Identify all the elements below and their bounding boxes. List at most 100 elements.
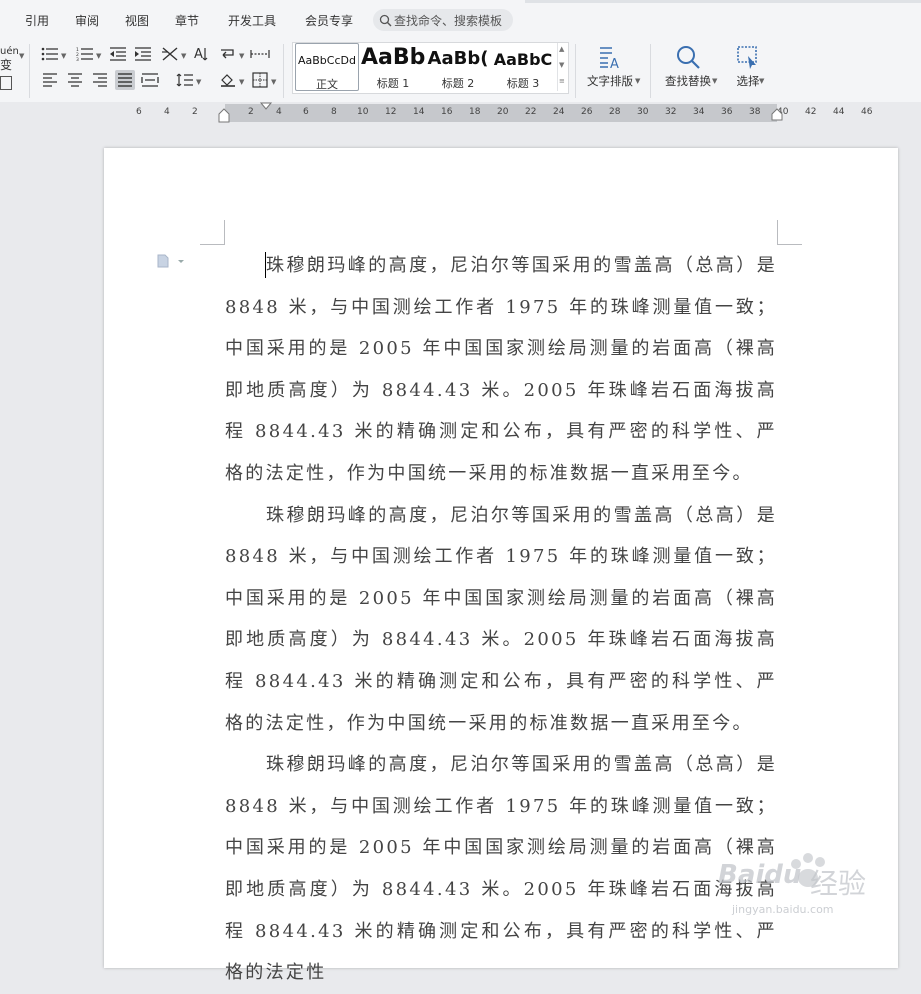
text-direction-icon[interactable]: A — [192, 44, 212, 64]
command-search-box[interactable]: 查找命令、搜索模板 — [373, 9, 513, 31]
distributed-align-icon[interactable] — [140, 70, 160, 90]
borders-icon[interactable] — [250, 70, 270, 90]
ruler-number: 22 — [525, 107, 537, 117]
change-case-partial[interactable]: 变 — [0, 56, 12, 73]
paragraph[interactable]: 珠穆朗玛峰的高度，尼泊尔等国采用的雪盖高（总高）是 8848 米，与中国测绘工作… — [225, 744, 777, 994]
paragraph-mark-icon[interactable] — [250, 44, 270, 64]
style-sample: AaBb — [361, 45, 425, 70]
paragraph[interactable]: 珠穆朗玛峰的高度，尼泊尔等国采用的雪盖高（总高）是 8848 米，与中国测绘工作… — [225, 245, 777, 495]
char-border-icon[interactable] — [0, 76, 12, 90]
select-icon — [737, 46, 757, 69]
ruler-number: 26 — [581, 107, 593, 117]
tab-strip-edge — [525, 0, 921, 3]
text-layout-icon: A — [600, 47, 619, 70]
menu-review[interactable]: 审阅 — [75, 12, 99, 29]
ruler-number: 34 — [693, 107, 705, 117]
left-indent-marker[interactable] — [218, 102, 230, 124]
style-heading-1[interactable]: AaBb 标题 1 — [361, 43, 425, 91]
horizontal-ruler[interactable]: 6 4 2 2 4 6 8 10 12 14 16 18 20 22 24 26… — [0, 102, 921, 124]
select-button[interactable]: 选择 ▼ — [718, 42, 778, 92]
menu-member-exclusive[interactable]: 会员专享 — [305, 12, 353, 29]
increase-indent-icon[interactable] — [133, 44, 153, 64]
svg-text:A: A — [194, 47, 203, 62]
ruler-number: 6 — [136, 107, 142, 117]
group-divider — [575, 44, 576, 98]
paragraph[interactable]: 珠穆朗玛峰的高度，尼泊尔等国采用的雪盖高（总高）是 8848 米，与中国测绘工作… — [225, 495, 777, 745]
style-heading-2[interactable]: AaBb( 标题 2 — [426, 43, 490, 91]
watermark-url: jingyan.baidu.com — [732, 903, 834, 916]
justify-icon[interactable] — [115, 70, 135, 90]
group-divider — [283, 44, 284, 98]
align-left-icon[interactable] — [40, 70, 60, 90]
chevron-down-icon[interactable]: ▼ — [635, 77, 640, 85]
bullet-list-icon[interactable] — [40, 44, 60, 64]
style-sample: AaBbCcDd — [298, 54, 356, 67]
text-layout-label: 文字排版 — [587, 74, 633, 88]
right-indent-marker[interactable] — [771, 102, 783, 124]
line-break-icon[interactable] — [218, 44, 238, 64]
ruler-number: 32 — [665, 107, 677, 117]
chevron-down-icon[interactable]: ▼ — [96, 52, 101, 60]
chevron-down-icon[interactable]: ▼ — [712, 77, 717, 85]
style-name: 标题 3 — [506, 77, 540, 90]
ruler-number: 18 — [469, 107, 481, 117]
ruler-number: 10 — [357, 107, 369, 117]
ruler-number: 12 — [385, 107, 397, 117]
ruler-number: 8 — [331, 107, 337, 117]
ribbon-toolbar: uén 变 ▼ ▼ 123 ▼ ▼ A ▼ ▼ ▼ ▼ AaBbCcDd 正文 … — [0, 40, 921, 102]
ruler-number: 6 — [303, 107, 309, 117]
style-name: 标题 2 — [441, 77, 475, 90]
style-name: 正文 — [316, 78, 338, 91]
ruler-number: 28 — [609, 107, 621, 117]
chevron-down-icon[interactable]: ▼ — [559, 61, 564, 69]
ruler-number: 38 — [749, 107, 761, 117]
ruler-number: 42 — [805, 107, 817, 117]
group-divider — [650, 44, 651, 98]
decrease-indent-icon[interactable] — [108, 44, 128, 64]
ruler-number: 30 — [637, 107, 649, 117]
ruler-number: 4 — [276, 107, 282, 117]
search-icon — [379, 14, 392, 26]
menu-references[interactable]: 引用 — [25, 12, 49, 29]
line-spacing-icon[interactable] — [175, 70, 195, 90]
margin-corner-top-right — [777, 220, 802, 245]
chevron-down-icon[interactable]: ▼ — [239, 78, 244, 86]
svg-text:3: 3 — [76, 57, 79, 61]
chevron-down-icon[interactable]: ▼ — [759, 77, 764, 85]
style-sample: AaBb( — [427, 48, 489, 69]
select-label: 选择 — [736, 74, 760, 88]
ruler-number: 2 — [248, 107, 254, 117]
ruler-number: 36 — [721, 107, 733, 117]
find-replace-button[interactable]: 查找替换 ▼ — [658, 42, 718, 92]
menu-chapter[interactable]: 章节 — [175, 12, 199, 29]
numbered-list-icon[interactable]: 123 — [75, 44, 95, 64]
chevron-down-icon[interactable]: ▼ — [61, 52, 66, 60]
text-layout-button[interactable]: A 文字排版 ▼ — [580, 42, 640, 92]
ruler-number: 14 — [413, 107, 425, 117]
chevron-down-icon[interactable]: ▼ — [271, 78, 276, 86]
ruler-number: 20 — [497, 107, 509, 117]
style-normal[interactable]: AaBbCcDd 正文 — [295, 43, 359, 91]
align-center-icon[interactable] — [65, 70, 85, 90]
margin-corner-top-left — [200, 220, 225, 245]
search-placeholder: 查找命令、搜索模板 — [394, 13, 503, 28]
paragraph-handle-icon[interactable] — [156, 254, 184, 268]
style-heading-3[interactable]: AaBbC 标题 3 — [491, 43, 555, 91]
chinese-layout-icon[interactable] — [160, 44, 180, 64]
first-line-indent-marker[interactable] — [260, 102, 272, 110]
ruler-number: 44 — [833, 107, 845, 117]
chevron-up-icon[interactable]: ▲ — [559, 45, 564, 53]
gallery-expand-icon[interactable]: ≡ — [559, 77, 565, 85]
shading-icon[interactable] — [218, 70, 238, 90]
gallery-scroll[interactable]: ▲ ▼ ≡ — [557, 43, 568, 91]
menu-developer-tools[interactable]: 开发工具 — [228, 12, 276, 29]
align-right-icon[interactable] — [90, 70, 110, 90]
chevron-down-icon[interactable]: ▼ — [19, 52, 24, 60]
find-replace-label: 查找替换 — [665, 74, 711, 88]
chevron-down-icon[interactable]: ▼ — [196, 78, 201, 86]
menu-view[interactable]: 视图 — [125, 12, 149, 29]
document-body[interactable]: 珠穆朗玛峰的高度，尼泊尔等国采用的雪盖高（总高）是 8848 米，与中国测绘工作… — [225, 245, 777, 994]
chevron-down-icon[interactable]: ▼ — [239, 52, 244, 60]
chevron-down-icon[interactable]: ▼ — [181, 52, 186, 60]
watermark-cn: 经验 — [810, 867, 867, 900]
